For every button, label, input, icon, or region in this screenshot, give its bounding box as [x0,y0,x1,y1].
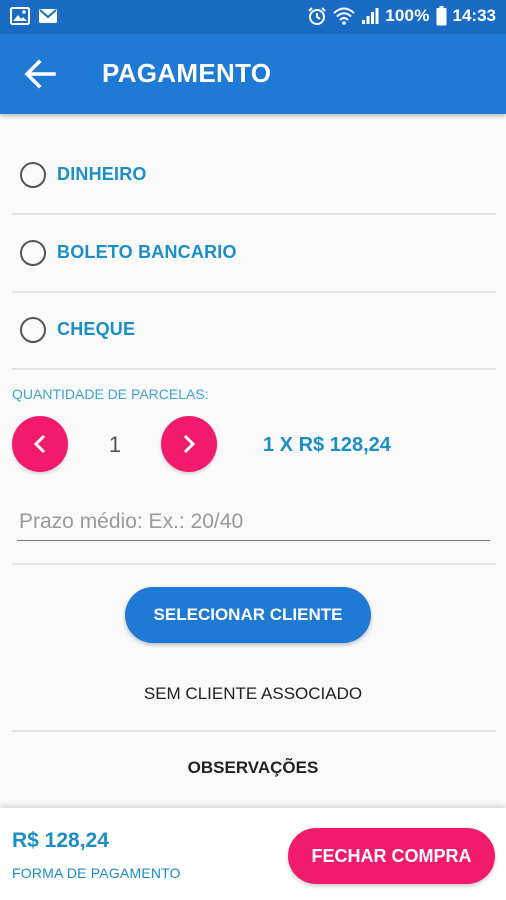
divider [12,368,496,370]
close-purchase-button[interactable]: FECHAR COMPRA [288,828,495,884]
select-client-button[interactable]: SELECIONAR CLIENTE [125,587,371,643]
radio-button[interactable] [20,239,46,266]
battery-icon [436,6,447,26]
status-right-icons: 100% 14:33 [307,6,496,26]
observations-button[interactable]: OBSERVAÇÕES [0,758,506,778]
total-value: R$ 128,24 [12,829,109,852]
decrement-installments-button[interactable] [12,416,68,472]
status-left-icons [10,7,58,25]
clock: 14:33 [452,6,496,25]
signal-icon [362,8,379,24]
arrow-left-icon [24,59,56,89]
back-button[interactable] [18,54,62,94]
installments-label: QUANTIDADE DE PARCELAS: [12,386,209,402]
wifi-icon [333,7,355,25]
chevron-left-icon [33,434,46,454]
payment-option-cheque[interactable]: CHEQUE [12,291,496,368]
battery-percent: 100% [385,6,430,25]
footer-bar: R$ 128,24 FORMA DE PAGAMENTO FECHAR COMP… [0,808,506,900]
payment-option-boleto[interactable]: BOLETO BANCARIO [12,214,496,291]
image-icon [10,7,30,25]
installments-quantity: 1 [108,432,122,457]
payment-form-label: FORMA DE PAGAMENTO [12,865,181,881]
divider [12,730,496,732]
alarm-icon [308,7,326,25]
page-title: PAGAMENTO [102,58,272,88]
chevron-right-icon [183,434,196,454]
radio-button[interactable] [20,161,46,188]
payment-option-label: BOLETO BANCARIO [57,242,237,262]
increment-installments-button[interactable] [161,416,217,472]
client-status: SEM CLIENTE ASSOCIADO [143,684,363,703]
mail-icon [39,9,57,23]
payment-option-dinheiro[interactable]: DINHEIRO [12,136,496,213]
payment-option-label: DINHEIRO [57,164,147,184]
status-bar: 100% 14:33 [0,0,506,34]
radio-button[interactable] [20,316,46,343]
app-bar: PAGAMENTO [0,34,506,114]
divider [12,563,496,565]
payment-option-label: CHEQUE [57,319,136,339]
prazo-medio-input[interactable] [17,503,490,541]
installment-summary: 1 X R$ 128,24 [263,434,391,456]
